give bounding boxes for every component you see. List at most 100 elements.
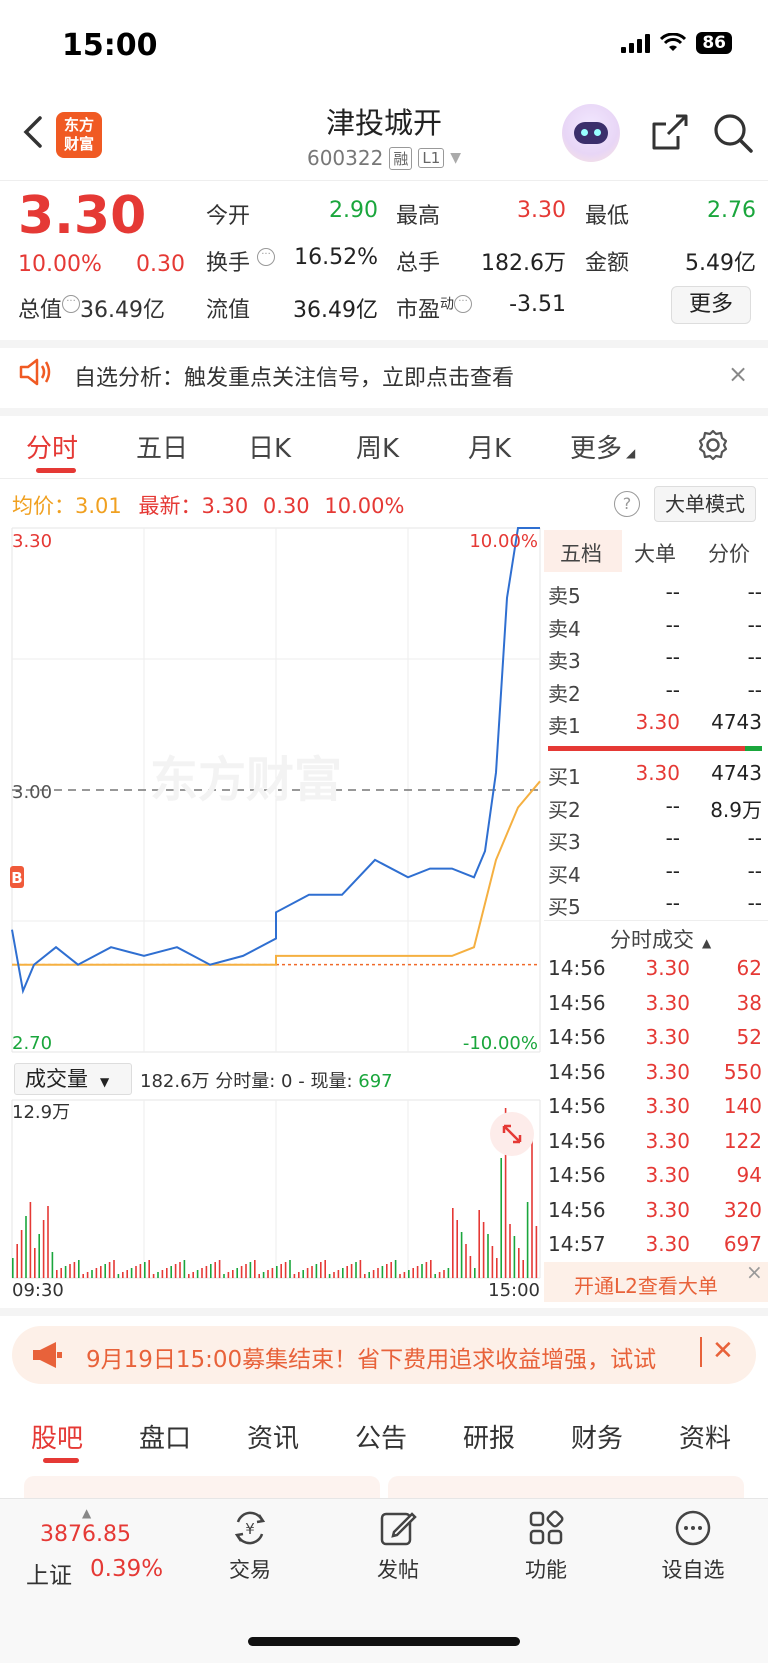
tab-price-dist[interactable]: 分价 xyxy=(708,538,750,568)
volume-bar xyxy=(438,1272,441,1278)
nav-add-watchlist[interactable]: 设自选 xyxy=(638,1508,748,1584)
ask-row[interactable]: 卖2 -- -- xyxy=(548,678,762,710)
tab-research[interactable]: 研报 xyxy=(463,1418,515,1455)
trade-volume: 550 xyxy=(723,1059,762,1084)
tab-announcements[interactable]: 公告 xyxy=(355,1418,407,1455)
volume-bar xyxy=(262,1272,265,1278)
help-icon[interactable]: ? xyxy=(614,491,640,517)
volume-value: 182.6万 xyxy=(481,251,566,276)
volume-bar xyxy=(196,1270,199,1278)
volume-bar xyxy=(183,1260,186,1278)
tab-daily-k[interactable]: 日K xyxy=(248,428,291,465)
low-label: 最低 xyxy=(585,204,630,229)
volume-bar xyxy=(223,1274,225,1278)
indicator-select[interactable]: 成交量 ▼ xyxy=(14,1063,132,1095)
volume-bar xyxy=(232,1270,234,1278)
ask-row[interactable]: 卖4 -- -- xyxy=(548,613,762,645)
ask-row[interactable]: 卖5 -- -- xyxy=(548,580,762,612)
ask-volume: -- xyxy=(747,612,762,637)
volume-bar xyxy=(425,1262,428,1278)
volume-bar xyxy=(368,1272,370,1278)
index-name[interactable]: 上证 xyxy=(26,1556,72,1590)
volume-bar xyxy=(496,1258,498,1278)
volume-bar xyxy=(174,1264,177,1278)
trade-row: 14:56 3.30 122 xyxy=(548,1129,762,1163)
tab-financials[interactable]: 财务 xyxy=(571,1418,623,1455)
bid-label: 买1 xyxy=(548,765,581,789)
big-order-mode-button[interactable]: 大单模式 xyxy=(654,486,756,522)
bid-row[interactable]: 买4 -- -- xyxy=(548,859,762,891)
tab-profile[interactable]: 资料 xyxy=(679,1418,731,1455)
volume-bar xyxy=(430,1260,432,1278)
bid-row[interactable]: 买2 -- 8.9万 xyxy=(548,794,762,826)
bid-row[interactable]: 买1 3.30 4743 xyxy=(548,761,762,793)
volume-bar xyxy=(526,1202,529,1278)
trade-volume: 38 xyxy=(736,990,762,1015)
y-axis-min-label: 2.70 xyxy=(12,1033,52,1054)
intraday-chart[interactable]: 东方财富 3.30 3.00 2.70 10.00% -10.00% B 12.… xyxy=(0,526,544,1306)
tab-five-day[interactable]: 五日 xyxy=(136,428,188,465)
speaker-icon xyxy=(19,358,51,386)
nav-trade[interactable]: ¥ 交易 xyxy=(195,1508,305,1584)
settings-gear-icon[interactable] xyxy=(696,428,730,462)
bid-row[interactable]: 买3 -- -- xyxy=(548,826,762,858)
trades-title[interactable]: 分时成交 ▲ xyxy=(610,924,711,954)
volume-bar xyxy=(56,1270,58,1278)
nav-functions[interactable]: 功能 xyxy=(491,1508,601,1584)
volume-bar xyxy=(236,1268,238,1278)
tab-intraday[interactable]: 分时 xyxy=(26,428,78,465)
pct-axis-max-label: 10.00% xyxy=(469,531,538,552)
bid-row[interactable]: 买5 -- -- xyxy=(548,891,762,923)
volume-bar xyxy=(443,1270,445,1278)
alert-close-icon[interactable]: × xyxy=(728,360,748,388)
volume-bar xyxy=(469,1256,472,1278)
nav-post[interactable]: 发帖 xyxy=(343,1508,453,1584)
ask-label: 卖3 xyxy=(548,649,581,673)
trade-row: 14:56 3.30 94 xyxy=(548,1163,762,1197)
ask-row[interactable]: 卖3 -- -- xyxy=(548,645,762,677)
tab-active-indicator xyxy=(36,468,76,473)
pct-axis-min-label: -10.00% xyxy=(463,1033,538,1054)
mktcap-label: 总值 ··· 36.49亿 xyxy=(18,295,165,323)
tab-five-levels[interactable]: 五档 xyxy=(560,538,602,568)
trade-price: 3.30 xyxy=(645,1094,690,1118)
volume-bar xyxy=(69,1264,71,1278)
volume-bar xyxy=(456,1220,458,1278)
tab-big-orders[interactable]: 大单 xyxy=(634,538,676,568)
tab-news[interactable]: 资讯 xyxy=(247,1418,299,1455)
trade-time: 14:56 xyxy=(548,990,606,1015)
assistant-avatar-icon[interactable] xyxy=(562,104,620,162)
promo-close-icon[interactable]: ✕ xyxy=(712,1336,734,1366)
volume-bar xyxy=(320,1262,322,1278)
volume-bar xyxy=(130,1268,133,1278)
index-value[interactable]: 3876.85 xyxy=(40,1522,131,1547)
tab-forum[interactable]: 股吧 xyxy=(31,1418,83,1455)
mktcap-value: 36.49亿 xyxy=(80,298,165,323)
tab-weekly-k[interactable]: 周K xyxy=(356,428,399,465)
bid-price: -- xyxy=(665,793,680,818)
volume-bar xyxy=(333,1272,335,1278)
more-quote-button[interactable]: 更多 xyxy=(671,286,751,324)
amount-label: 金额 xyxy=(585,251,630,276)
volume-bar xyxy=(518,1248,520,1278)
trade-row: 14:56 3.30 550 xyxy=(548,1060,762,1094)
trade-row: 14:56 3.30 140 xyxy=(548,1094,762,1128)
l2-promo-close-icon[interactable]: × xyxy=(746,1260,763,1284)
index-pct[interactable]: 0.39% xyxy=(90,1556,163,1582)
tab-monthly-k[interactable]: 月K xyxy=(468,428,511,465)
ask-row[interactable]: 卖1 3.30 4743 xyxy=(548,710,762,742)
share-icon[interactable] xyxy=(648,112,690,154)
bid-label: 买4 xyxy=(548,862,581,887)
volume-bar xyxy=(29,1202,32,1278)
battery-indicator: 86 xyxy=(696,32,732,54)
bid-label: 买2 xyxy=(548,797,581,822)
volume-bar xyxy=(399,1274,401,1278)
tab-more[interactable]: 更多 ◢ xyxy=(570,428,635,465)
search-icon[interactable] xyxy=(712,112,754,154)
volume-bar xyxy=(122,1272,124,1278)
trade-price: 3.30 xyxy=(645,1025,690,1049)
alert-text: 自选分析：触发重点关注信号，立即点击查看 xyxy=(74,366,515,391)
orderbook-tabs: 五档 大单 分价 xyxy=(544,530,768,572)
tab-market-depth[interactable]: 盘口 xyxy=(139,1418,191,1455)
chart-info-line: 均价：3.01 最新：3.30 0.30 10.00% xyxy=(12,494,405,518)
